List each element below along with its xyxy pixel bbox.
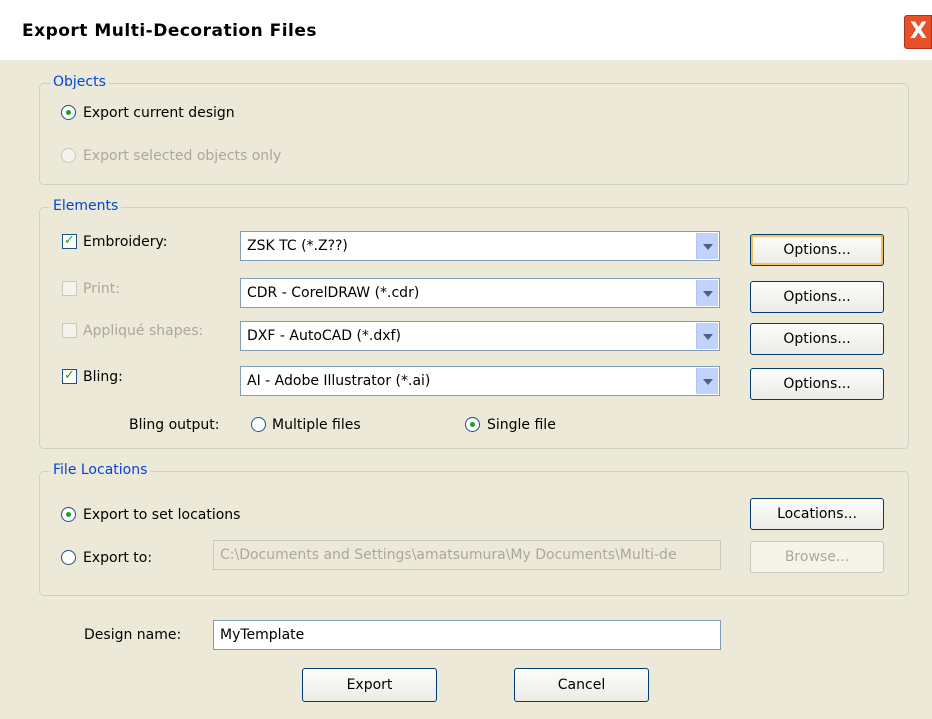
chevron-down-icon[interactable] bbox=[696, 368, 718, 394]
dialog-body: Objects Export current design Export sel… bbox=[0, 60, 932, 719]
export-button[interactable]: Export bbox=[302, 668, 437, 702]
applique-format-select[interactable]: DXF - AutoCAD (*.dxf) bbox=[240, 321, 720, 351]
applique-checkbox[interactable] bbox=[62, 323, 77, 338]
print-format-select[interactable]: CDR - CorelDRAW (*.cdr) bbox=[240, 278, 720, 308]
close-button[interactable]: X bbox=[904, 15, 932, 49]
locations-button[interactable]: Locations... bbox=[750, 498, 884, 530]
design-name-label: Design name: bbox=[84, 627, 182, 643]
bling-multiple-files-radio[interactable] bbox=[251, 417, 266, 432]
embroidery-format-value: ZSK TC (*.Z??) bbox=[247, 238, 348, 254]
bling-format-select[interactable]: AI - Adobe Illustrator (*.ai) bbox=[240, 366, 720, 396]
bling-output-label: Bling output: bbox=[129, 417, 220, 433]
design-name-input[interactable]: MyTemplate bbox=[213, 620, 721, 650]
export-set-locations-radio[interactable] bbox=[61, 507, 76, 522]
bling-options-button[interactable]: Options... bbox=[750, 368, 884, 400]
chevron-down-icon[interactable] bbox=[696, 323, 718, 349]
design-name-value: MyTemplate bbox=[220, 627, 305, 643]
bling-single-file-radio[interactable] bbox=[465, 417, 480, 432]
export-path-value: C:\Documents and Settings\amatsumura\My … bbox=[220, 547, 677, 563]
print-checkbox[interactable] bbox=[62, 281, 77, 296]
title-bar: Export Multi-Decoration Files X bbox=[0, 0, 932, 60]
embroidery-label[interactable]: Embroidery: bbox=[83, 234, 168, 250]
file-locations-group: File Locations bbox=[39, 462, 909, 596]
applique-options-button[interactable]: Options... bbox=[750, 323, 884, 355]
print-options-button[interactable]: Options... bbox=[750, 281, 884, 313]
applique-label[interactable]: Appliqué shapes: bbox=[83, 323, 203, 339]
print-format-value: CDR - CorelDRAW (*.cdr) bbox=[247, 285, 420, 301]
bling-single-file-label[interactable]: Single file bbox=[487, 417, 556, 433]
chevron-down-icon[interactable] bbox=[696, 233, 718, 259]
export-path-field[interactable]: C:\Documents and Settings\amatsumura\My … bbox=[213, 540, 721, 570]
embroidery-checkbox[interactable]: ✓ bbox=[62, 233, 77, 249]
chevron-down-icon[interactable] bbox=[696, 280, 718, 306]
export-set-locations-label[interactable]: Export to set locations bbox=[83, 507, 240, 523]
bling-format-value: AI - Adobe Illustrator (*.ai) bbox=[247, 373, 431, 389]
close-icon: X bbox=[910, 19, 927, 44]
bling-label[interactable]: Bling: bbox=[83, 369, 123, 385]
export-selected-only-radio[interactable] bbox=[61, 148, 76, 163]
export-current-design-radio[interactable] bbox=[61, 105, 76, 120]
export-to-radio[interactable] bbox=[61, 550, 76, 565]
export-to-label[interactable]: Export to: bbox=[83, 550, 152, 566]
checkmark-icon: ✓ bbox=[64, 233, 75, 248]
bling-checkbox[interactable]: ✓ bbox=[62, 368, 77, 384]
print-label[interactable]: Print: bbox=[83, 281, 120, 297]
bling-multiple-files-label[interactable]: Multiple files bbox=[272, 417, 361, 433]
browse-button[interactable]: Browse... bbox=[750, 541, 884, 573]
elements-legend: Elements bbox=[50, 198, 122, 214]
window-title: Export Multi-Decoration Files bbox=[22, 21, 318, 41]
objects-legend: Objects bbox=[50, 74, 109, 90]
objects-group: Objects bbox=[39, 74, 909, 185]
cancel-button[interactable]: Cancel bbox=[514, 668, 649, 702]
file-locations-legend: File Locations bbox=[50, 462, 151, 478]
export-selected-only-label[interactable]: Export selected objects only bbox=[83, 148, 281, 164]
applique-format-value: DXF - AutoCAD (*.dxf) bbox=[247, 328, 401, 344]
embroidery-format-select[interactable]: ZSK TC (*.Z??) bbox=[240, 231, 720, 261]
export-current-design-label[interactable]: Export current design bbox=[83, 105, 235, 121]
checkmark-icon: ✓ bbox=[64, 368, 75, 383]
embroidery-options-button[interactable]: Options... bbox=[750, 234, 884, 266]
